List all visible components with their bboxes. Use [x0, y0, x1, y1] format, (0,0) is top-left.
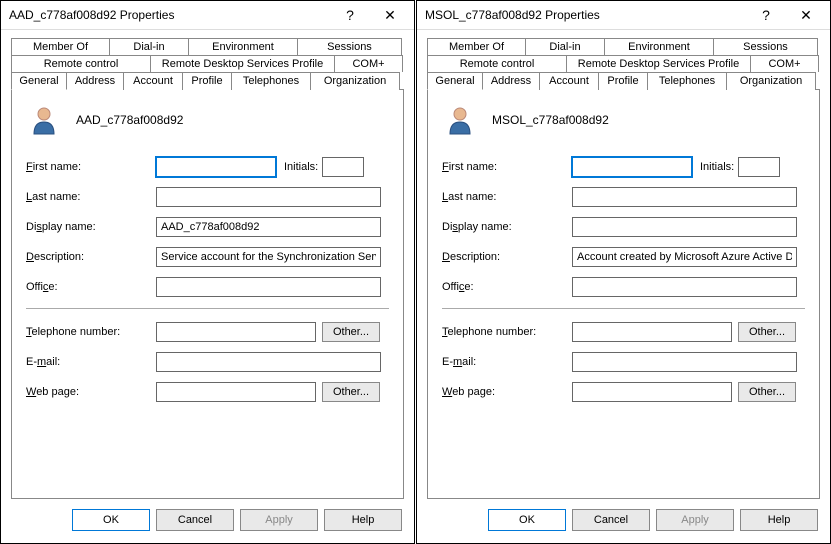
properties-dialog-left: AAD_c778af008d92 Properties ? ✕ Member O…: [0, 0, 415, 544]
office-input[interactable]: [156, 277, 381, 297]
office-input[interactable]: [572, 277, 797, 297]
dialog-content: Member Of Dial-in Environment Sessions R…: [417, 30, 830, 499]
tab-account[interactable]: Account: [123, 72, 183, 90]
first-name-label: First name:: [442, 161, 572, 173]
tab-organization[interactable]: Organization: [310, 72, 400, 90]
description-label: Description:: [442, 251, 572, 263]
initials-input[interactable]: [322, 157, 364, 177]
webpage-input[interactable]: [572, 382, 732, 402]
initials-label: Initials:: [700, 161, 734, 173]
tab-environment[interactable]: Environment: [604, 38, 714, 55]
description-input[interactable]: [156, 247, 381, 267]
separator: [26, 308, 389, 309]
help-icon[interactable]: ?: [746, 1, 786, 29]
tab-general[interactable]: General: [11, 72, 67, 90]
help-icon[interactable]: ?: [330, 1, 370, 29]
tab-rds-profile[interactable]: Remote Desktop Services Profile: [566, 55, 751, 72]
telephone-input[interactable]: [572, 322, 732, 342]
ok-button[interactable]: OK: [488, 509, 566, 531]
office-label: Office:: [26, 281, 156, 293]
tab-profile[interactable]: Profile: [598, 72, 648, 90]
tab-sessions[interactable]: Sessions: [297, 38, 402, 55]
apply-button[interactable]: Apply: [240, 509, 318, 531]
tab-member-of[interactable]: Member Of: [11, 38, 110, 55]
tab-rds-profile[interactable]: Remote Desktop Services Profile: [150, 55, 335, 72]
telephone-input[interactable]: [156, 322, 316, 342]
username-display: MSOL_c778af008d92: [492, 113, 609, 127]
tab-dial-in[interactable]: Dial-in: [109, 38, 189, 55]
tab-panel-general: AAD_c778af008d92 First name: Initials: L…: [11, 89, 404, 499]
tab-panel-general: MSOL_c778af008d92 First name: Initials: …: [427, 89, 820, 499]
dialog-button-row: OK Cancel Apply Help: [417, 499, 830, 543]
tab-remote-control[interactable]: Remote control: [11, 55, 151, 72]
window-title: AAD_c778af008d92 Properties: [9, 8, 330, 22]
tab-member-of[interactable]: Member Of: [427, 38, 526, 55]
display-name-input[interactable]: [156, 217, 381, 237]
webpage-input[interactable]: [156, 382, 316, 402]
webpage-label: Web page:: [442, 386, 572, 398]
titlebar: AAD_c778af008d92 Properties ? ✕: [1, 1, 414, 30]
email-input[interactable]: [156, 352, 381, 372]
last-name-label: Last name:: [442, 191, 572, 203]
cancel-button[interactable]: Cancel: [156, 509, 234, 531]
ok-button[interactable]: OK: [72, 509, 150, 531]
tab-address[interactable]: Address: [66, 72, 124, 90]
display-name-label: Display name:: [442, 221, 572, 233]
tab-address[interactable]: Address: [482, 72, 540, 90]
cancel-button[interactable]: Cancel: [572, 509, 650, 531]
tab-strip: Member Of Dial-in Environment Sessions R…: [427, 38, 820, 90]
telephone-other-button[interactable]: Other...: [322, 322, 380, 342]
tab-strip: Member Of Dial-in Environment Sessions R…: [11, 38, 404, 90]
tab-organization[interactable]: Organization: [726, 72, 816, 90]
tab-com-plus[interactable]: COM+: [750, 55, 819, 72]
initials-input[interactable]: [738, 157, 780, 177]
email-label: E-mail:: [442, 356, 572, 368]
office-label: Office:: [442, 281, 572, 293]
tab-profile[interactable]: Profile: [182, 72, 232, 90]
dialog-content: Member Of Dial-in Environment Sessions R…: [1, 30, 414, 499]
telephone-label: Telephone number:: [26, 326, 156, 338]
help-button[interactable]: Help: [740, 509, 818, 531]
help-button[interactable]: Help: [324, 509, 402, 531]
email-label: E-mail:: [26, 356, 156, 368]
properties-dialog-right: MSOL_c778af008d92 Properties ? ✕ Member …: [416, 0, 831, 544]
description-input[interactable]: [572, 247, 797, 267]
webpage-other-button[interactable]: Other...: [738, 382, 796, 402]
tab-com-plus[interactable]: COM+: [334, 55, 403, 72]
tab-dial-in[interactable]: Dial-in: [525, 38, 605, 55]
description-label: Description:: [26, 251, 156, 263]
email-input[interactable]: [572, 352, 797, 372]
tab-sessions[interactable]: Sessions: [713, 38, 818, 55]
close-icon[interactable]: ✕: [786, 1, 826, 29]
user-icon: [444, 104, 476, 136]
telephone-label: Telephone number:: [442, 326, 572, 338]
first-name-input[interactable]: [156, 157, 276, 177]
first-name-input[interactable]: [572, 157, 692, 177]
first-name-label: First name:: [26, 161, 156, 173]
display-name-label: Display name:: [26, 221, 156, 233]
tab-telephones[interactable]: Telephones: [647, 72, 727, 90]
tab-telephones[interactable]: Telephones: [231, 72, 311, 90]
separator: [442, 308, 805, 309]
user-icon: [28, 104, 60, 136]
last-name-input[interactable]: [156, 187, 381, 207]
titlebar: MSOL_c778af008d92 Properties ? ✕: [417, 1, 830, 30]
tab-general[interactable]: General: [427, 72, 483, 90]
last-name-label: Last name:: [26, 191, 156, 203]
tab-account[interactable]: Account: [539, 72, 599, 90]
window-title: MSOL_c778af008d92 Properties: [425, 8, 746, 22]
close-icon[interactable]: ✕: [370, 1, 410, 29]
last-name-input[interactable]: [572, 187, 797, 207]
tab-remote-control[interactable]: Remote control: [427, 55, 567, 72]
username-display: AAD_c778af008d92: [76, 113, 183, 127]
tab-environment[interactable]: Environment: [188, 38, 298, 55]
dialog-button-row: OK Cancel Apply Help: [1, 499, 414, 543]
display-name-input[interactable]: [572, 217, 797, 237]
webpage-label: Web page:: [26, 386, 156, 398]
telephone-other-button[interactable]: Other...: [738, 322, 796, 342]
webpage-other-button[interactable]: Other...: [322, 382, 380, 402]
initials-label: Initials:: [284, 161, 318, 173]
apply-button[interactable]: Apply: [656, 509, 734, 531]
